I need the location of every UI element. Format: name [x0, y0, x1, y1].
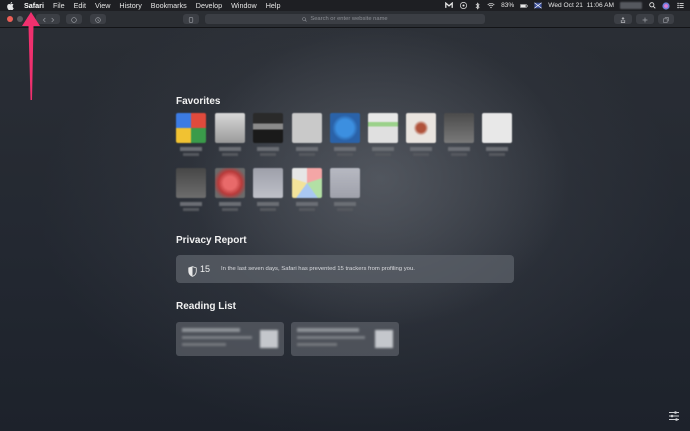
- favorite-tile[interactable]: [444, 113, 474, 161]
- favorite-icon: [176, 168, 206, 198]
- bluetooth-icon[interactable]: [473, 1, 481, 10]
- address-search-icon: [302, 16, 308, 22]
- favorite-tile[interactable]: [292, 168, 322, 216]
- share-icon: [620, 10, 626, 28]
- favorite-icon: [253, 168, 283, 198]
- sliders-icon: [668, 409, 680, 426]
- notification-center-icon[interactable]: [676, 2, 684, 10]
- favorite-icon: [330, 168, 360, 198]
- sidebar-icon: [188, 10, 194, 28]
- favorite-tile[interactable]: [176, 168, 206, 216]
- favorite-icon: [176, 113, 206, 143]
- annotation-arrow-icon: [22, 12, 40, 100]
- extension-button[interactable]: [90, 14, 106, 24]
- favorite-icon: [444, 113, 474, 143]
- menu-view[interactable]: View: [95, 1, 110, 10]
- sidebar-toggle-button[interactable]: [183, 14, 199, 24]
- close-window-button[interactable]: [7, 16, 13, 22]
- favorite-icon: [292, 113, 322, 143]
- start-page-settings-button[interactable]: [668, 409, 680, 421]
- plus-icon: [642, 10, 648, 28]
- shield-toolbar-icon: [71, 10, 77, 28]
- start-page: Favorites Privacy Report 15 In the last …: [0, 28, 690, 431]
- flag-icon[interactable]: [534, 2, 543, 10]
- battery-icon[interactable]: [520, 2, 529, 10]
- menu-bar: Safari File Edit View History Bookmarks …: [0, 0, 690, 11]
- favorite-tile[interactable]: [215, 168, 245, 216]
- menu-file[interactable]: File: [53, 1, 65, 10]
- reading-list-thumbnail: [375, 330, 393, 348]
- address-placeholder: Search or enter website name: [310, 16, 388, 22]
- wifi-icon[interactable]: [487, 2, 495, 10]
- menu-edit[interactable]: Edit: [74, 1, 86, 10]
- menu-history[interactable]: History: [119, 1, 141, 10]
- favorite-icon: [292, 168, 322, 198]
- datetime[interactable]: Wed Oct 21 11:06 AM: [548, 2, 614, 9]
- new-tab-button[interactable]: [636, 14, 654, 24]
- reading-list-thumbnail: [260, 330, 278, 348]
- privacy-report-card[interactable]: 15 In the last seven days, Safari has pr…: [176, 255, 514, 283]
- menu-develop[interactable]: Develop: [196, 1, 222, 10]
- tab-overview-button[interactable]: [658, 14, 674, 24]
- tab-overview-icon: [663, 10, 669, 28]
- favorite-icon: [368, 113, 398, 143]
- favorite-tile[interactable]: [292, 113, 322, 161]
- share-button[interactable]: [614, 14, 632, 24]
- favorite-icon: [330, 113, 360, 143]
- siri-icon[interactable]: [662, 1, 670, 10]
- favorites-title: Favorites: [176, 96, 221, 107]
- menu-window[interactable]: Window: [231, 1, 257, 10]
- favorite-tile[interactable]: [406, 113, 436, 161]
- shields-button[interactable]: [66, 14, 82, 24]
- reading-list-item[interactable]: [176, 322, 284, 356]
- forward-button[interactable]: [50, 10, 55, 28]
- battery-percent: 83%: [501, 2, 515, 9]
- favorite-tile[interactable]: [368, 113, 398, 161]
- privacy-report-text: In the last seven days, Safari has preve…: [221, 266, 415, 272]
- favorite-tile[interactable]: [215, 113, 245, 161]
- favorite-tile[interactable]: [330, 113, 360, 161]
- favorite-icon: [482, 113, 512, 143]
- status-area: 83% Wed Oct 21 11:06 AM: [445, 0, 684, 11]
- favorite-tile[interactable]: [482, 113, 512, 161]
- apple-logo-icon[interactable]: [7, 1, 15, 10]
- shield-icon: [188, 264, 197, 277]
- reading-list-title: Reading List: [176, 301, 237, 312]
- favorite-tile[interactable]: [176, 113, 206, 161]
- menu-help[interactable]: Help: [266, 1, 281, 10]
- favorite-icon: [253, 113, 283, 143]
- compass-icon: [95, 10, 101, 28]
- address-bar[interactable]: Search or enter website name: [205, 14, 485, 24]
- lastpass-icon[interactable]: [459, 2, 467, 10]
- favorite-tile[interactable]: [253, 113, 283, 161]
- user-name-redacted[interactable]: [620, 2, 642, 9]
- favorite-icon: [215, 113, 245, 143]
- gmail-icon[interactable]: [445, 2, 453, 10]
- favorite-icon: [215, 168, 245, 198]
- favorite-tile[interactable]: [253, 168, 283, 216]
- favorite-icon: [406, 113, 436, 143]
- reading-list-item[interactable]: [291, 322, 399, 356]
- spotlight-search-icon[interactable]: [648, 2, 656, 10]
- menu-bookmarks[interactable]: Bookmarks: [151, 1, 187, 10]
- tracker-count: 15: [200, 264, 211, 274]
- safari-toolbar: Search or enter website name: [0, 11, 690, 28]
- favorite-tile[interactable]: [330, 168, 360, 216]
- privacy-report-title: Privacy Report: [176, 235, 247, 246]
